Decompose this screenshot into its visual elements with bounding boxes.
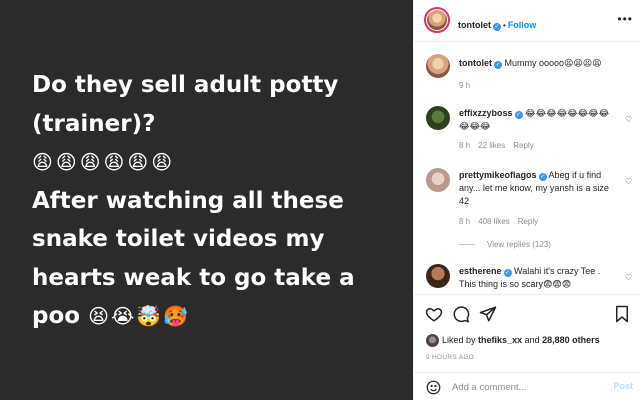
commenter-username[interactable]: estherene (459, 266, 502, 276)
liker-username[interactable]: thefiks_xx (478, 335, 522, 345)
commenter-username[interactable]: effixzzyboss (459, 108, 513, 118)
comment-item: effixzzyboss ✓ 😂😂😂😂😂😂😂😂😂😂😂 ♡ 8 h 22 likes R… (414, 106, 640, 156)
post-header: tontolet ✓ • Follow ••• (414, 0, 640, 42)
post-action-bar (414, 294, 640, 330)
comment-like-heart-icon[interactable]: ♡ (625, 115, 632, 124)
separator-dot: • (503, 21, 506, 30)
more-icon[interactable]: ••• (617, 12, 633, 26)
post-trailing-emojis: 😫😭🤯🥵 (88, 304, 191, 328)
author-username[interactable]: tontolet (458, 20, 491, 30)
post-time-ago[interactable]: 9 HOURS AGO (426, 354, 474, 361)
verified-icon: ✓ (503, 269, 512, 277)
post-caption-text: Do they sell adult potty (trainer)? 😩😩😩😩… (32, 66, 402, 336)
post-text-line: After watching all these (32, 187, 344, 214)
verified-icon: ✓ (538, 173, 547, 181)
comment-like-heart-icon[interactable]: ♡ (625, 177, 632, 186)
comment-icon[interactable] (452, 305, 470, 323)
commenter-avatar[interactable] (426, 264, 450, 288)
post-image: Do they sell adult potty (trainer)? 😩😩😩😩… (0, 0, 413, 400)
replies-rule (459, 244, 475, 246)
post-side-panel: tontolet ✓ • Follow ••• tontolet ✓ Mummy ooo… (413, 0, 640, 400)
verified-icon: ✓ (494, 61, 502, 69)
post-emoji-line: 😩😩😩😩😩😩 (32, 150, 176, 174)
comment-meta: 8 h 22 likes Reply (459, 141, 542, 150)
comments-list[interactable]: tontolet ✓ Mummy ooooo😫😫😫😫 9 h effixzzybo… (414, 42, 640, 294)
commenter-avatar[interactable] (426, 54, 450, 78)
commenter-avatar[interactable] (426, 106, 450, 130)
comment-text: Mummy ooooo😫😫😫😫 (504, 58, 602, 68)
likes-middle: and (524, 335, 540, 345)
comment-body: estherene ✓ Walahi it's crazy Tee . This … (459, 265, 619, 291)
add-comment-bar: Post (414, 372, 640, 400)
post-text-line: snake toilet videos my (32, 226, 325, 252)
post-text-word: poo (32, 303, 81, 329)
likes-prefix: Liked by (442, 335, 476, 345)
commenter-username[interactable]: tontolet (459, 58, 492, 68)
post-text-line: (trainer)? (32, 110, 156, 137)
view-replies-button[interactable]: View replies (123) (459, 240, 551, 249)
comment-body: prettymikeoflagos ✓ Abeg if u find any...… (459, 169, 617, 208)
liker-avatar[interactable] (426, 334, 439, 347)
view-replies-label[interactable]: View replies (123) (487, 240, 551, 249)
post-text-line: Do they sell adult potty (32, 72, 339, 98)
author-avatar[interactable] (424, 7, 450, 33)
verified-icon: ✓ (514, 111, 523, 119)
comment-body: tontolet ✓ Mummy ooooo😫😫😫😫 (459, 57, 627, 70)
likes-row: Liked by thefiks_xx and 28,880 others (414, 330, 640, 352)
comment-item: prettymikeoflagos ✓ Abeg if u find any...… (414, 168, 640, 252)
caption-comment: tontolet ✓ Mummy ooooo😫😫😫😫 9 h (414, 54, 640, 104)
follow-button[interactable]: Follow (508, 20, 537, 30)
comment-likes[interactable]: 22 likes (478, 141, 505, 150)
post-comment-button[interactable]: Post (613, 381, 633, 391)
comment-reply-button[interactable]: Reply (518, 217, 538, 226)
smile-icon[interactable] (426, 380, 441, 395)
comment-like-heart-icon[interactable]: ♡ (625, 273, 632, 282)
comment-time: 8 h (459, 141, 471, 150)
post-text-line-last: poo 😫😭🤯🥵 (32, 297, 402, 336)
comment-body: effixzzyboss ✓ 😂😂😂😂😂😂😂😂😂😂😂 (459, 107, 619, 133)
comment-reply-button[interactable]: Reply (513, 141, 533, 150)
comment-meta: 9 h (459, 81, 478, 90)
add-comment-input[interactable] (452, 379, 602, 395)
bookmark-icon[interactable] (613, 305, 631, 323)
heart-icon[interactable] (425, 305, 443, 323)
commenter-username[interactable]: prettymikeoflagos (459, 170, 537, 180)
comment-meta: 8 h 408 likes Reply (459, 217, 546, 226)
comment-likes[interactable]: 408 likes (478, 217, 510, 226)
comment-item: estherene ✓ Walahi it's crazy Tee . This … (414, 264, 640, 294)
share-icon[interactable] (479, 305, 497, 323)
post-text-line: hearts weak to go take a (32, 264, 355, 291)
likes-count[interactable]: 28,880 others (542, 335, 600, 345)
commenter-avatar[interactable] (426, 168, 450, 192)
likes-summary: Liked by thefiks_xx and 28,880 others (442, 335, 600, 345)
comment-time: 8 h (459, 217, 471, 226)
comment-time: 9 h (459, 81, 471, 90)
verified-icon: ✓ (493, 23, 501, 31)
header-user-row: tontolet ✓ • Follow (458, 15, 536, 33)
